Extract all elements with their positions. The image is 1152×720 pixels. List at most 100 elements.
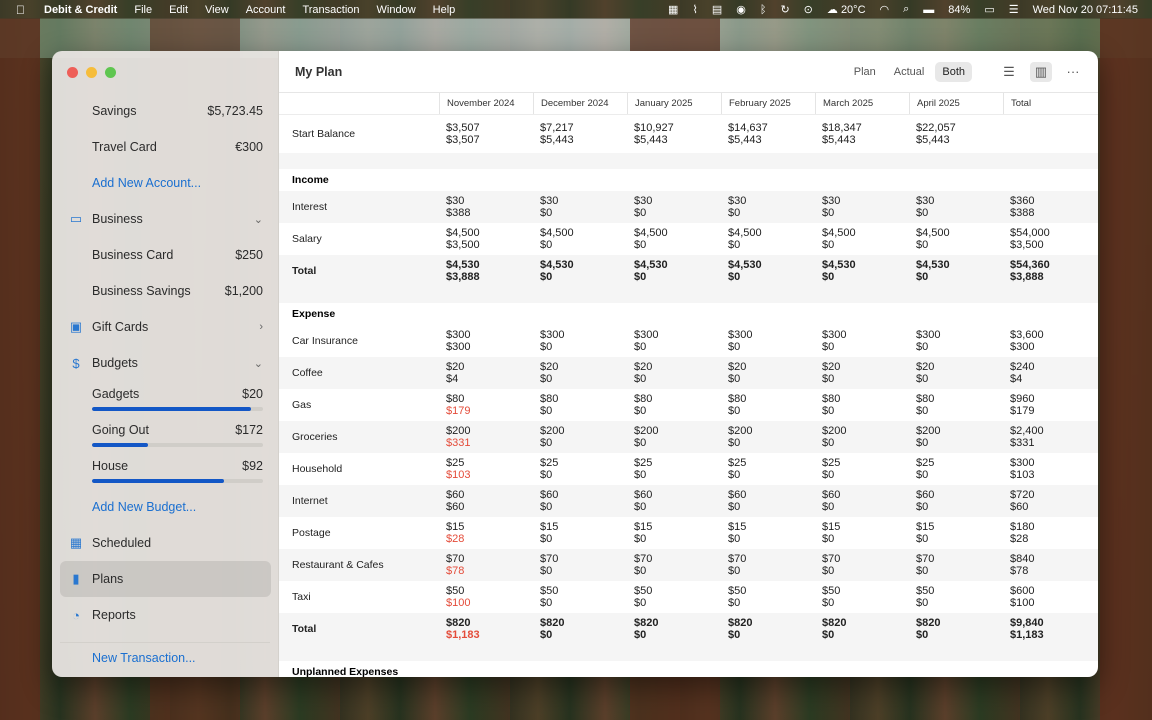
menu-file[interactable]: File bbox=[134, 4, 152, 16]
value-cell[interactable]: $300 $300 bbox=[439, 329, 533, 354]
value-cell[interactable]: $20 $0 bbox=[815, 361, 909, 386]
table-row[interactable]: Postage $15 $28 $15 $0 $15 $0 $15 $0 $15 $0 $15 $0 $1… bbox=[279, 517, 1098, 549]
value-cell[interactable]: $30 $0 bbox=[627, 195, 721, 220]
value-cell[interactable]: $7,217 $5,443 bbox=[533, 122, 627, 147]
value-cell[interactable]: $30 $0 bbox=[909, 195, 1003, 220]
time-machine-icon[interactable]: ↻ bbox=[780, 3, 789, 16]
battery-icon[interactable]: ▭ bbox=[984, 3, 994, 16]
value-cell[interactable]: $4,500 $0 bbox=[909, 227, 1003, 252]
value-cell[interactable]: $25 $103 bbox=[439, 457, 533, 482]
table-row[interactable]: Internet $60 $60 $60 $0 $60 $0 $60 $0 $60 $0 $60 $0 $… bbox=[279, 485, 1098, 517]
value-cell[interactable]: $960 $179 bbox=[1003, 393, 1093, 418]
sidebar-item-reports[interactable]: ◔ Reports bbox=[52, 597, 279, 633]
chevron-right-icon[interactable]: › bbox=[259, 321, 263, 333]
table-row[interactable]: Coffee $20 $4 $20 $0 $20 $0 $20 $0 $20 $0 $20 $0 $240… bbox=[279, 357, 1098, 389]
table-row[interactable]: Restaurant & Cafes $70 $78 $70 $0 $70 $0 $70 $0 $… bbox=[279, 549, 1098, 581]
flag-icon[interactable]: ▬ bbox=[923, 4, 934, 16]
value-cell[interactable]: $300 $103 bbox=[1003, 457, 1093, 482]
menu-window[interactable]: Window bbox=[377, 4, 416, 16]
value-cell[interactable]: $20 $0 bbox=[627, 361, 721, 386]
value-cell[interactable]: $820 $0 bbox=[909, 617, 1003, 642]
value-cell[interactable]: $20 $4 bbox=[439, 361, 533, 386]
value-cell[interactable]: $30 $0 bbox=[721, 195, 815, 220]
value-cell[interactable]: $15 $28 bbox=[439, 521, 533, 546]
value-cell[interactable]: $50 $0 bbox=[815, 585, 909, 610]
value-cell[interactable]: $4,530 $0 bbox=[721, 259, 815, 284]
value-cell[interactable]: $300 $0 bbox=[909, 329, 1003, 354]
weather-icon[interactable]: ☁ 20°C bbox=[827, 3, 866, 16]
paperclip-icon[interactable]: ⌇ bbox=[692, 3, 697, 16]
value-cell[interactable]: $720 $60 bbox=[1003, 489, 1093, 514]
chevron-down-icon[interactable]: ⌄ bbox=[254, 213, 263, 226]
control-center-icon[interactable]: ☰ bbox=[1009, 3, 1019, 16]
value-cell[interactable]: $4,530 $0 bbox=[909, 259, 1003, 284]
table-row[interactable]: Interest $30 $388 $30 $0 $30 $0 $30 $0 $30 $0 $30 $0… bbox=[279, 191, 1098, 223]
value-cell[interactable]: $30 $0 bbox=[815, 195, 909, 220]
value-cell[interactable]: $25 $0 bbox=[721, 457, 815, 482]
value-cell[interactable]: $14,637 $5,443 bbox=[721, 122, 815, 147]
value-cell[interactable]: $3,507 $3,507 bbox=[439, 122, 533, 147]
sidebar-group-budgets[interactable]: $ Budgets ⌄ bbox=[52, 345, 279, 381]
value-cell[interactable]: $50 $0 bbox=[627, 585, 721, 610]
value-cell[interactable]: $60 $0 bbox=[815, 489, 909, 514]
sidebar-item-travel-card[interactable]: Travel Card €300 bbox=[52, 129, 279, 165]
menu-app-name[interactable]: Debit & Credit bbox=[44, 4, 117, 16]
value-cell[interactable]: $4,500 $0 bbox=[815, 227, 909, 252]
minimize-button[interactable] bbox=[86, 67, 97, 78]
value-cell[interactable]: $70 $0 bbox=[815, 553, 909, 578]
value-cell[interactable]: $15 $0 bbox=[533, 521, 627, 546]
value-cell[interactable]: $300 $0 bbox=[815, 329, 909, 354]
column-header[interactable]: April 2025 bbox=[909, 93, 1003, 114]
value-cell[interactable]: $25 $0 bbox=[815, 457, 909, 482]
value-cell[interactable]: $300 $0 bbox=[721, 329, 815, 354]
value-cell[interactable]: $15 $0 bbox=[721, 521, 815, 546]
close-button[interactable] bbox=[67, 67, 78, 78]
column-header[interactable]: January 2025 bbox=[627, 93, 721, 114]
sidebar-item-plans[interactable]: ▮ Plans bbox=[60, 561, 271, 597]
sidebar-item-business-card[interactable]: Business Card $250 bbox=[52, 237, 279, 273]
value-cell[interactable]: $70 $0 bbox=[627, 553, 721, 578]
table-row[interactable]: Groceries $200 $331 $200 $0 $200 $0 $200 $0 $200 $… bbox=[279, 421, 1098, 453]
more-options-icon[interactable]: ··· bbox=[1062, 62, 1084, 82]
column-header[interactable]: February 2025 bbox=[721, 93, 815, 114]
value-cell[interactable]: $4,500 $0 bbox=[627, 227, 721, 252]
value-cell[interactable]: $300 $0 bbox=[627, 329, 721, 354]
value-cell[interactable]: $3,600 $300 bbox=[1003, 329, 1093, 354]
sidebar-group-business[interactable]: ▭ Business ⌄ bbox=[52, 201, 279, 237]
value-cell[interactable]: $180 $28 bbox=[1003, 521, 1093, 546]
value-cell[interactable]: $80 $0 bbox=[909, 393, 1003, 418]
sidebar-item-savings[interactable]: Savings $5,723.45 bbox=[52, 93, 279, 129]
value-cell[interactable]: $80 $0 bbox=[721, 393, 815, 418]
segment-actual[interactable]: Actual bbox=[887, 62, 932, 82]
value-cell[interactable]: $54,360 $3,888 bbox=[1003, 259, 1093, 284]
table-row[interactable]: Car Insurance $300 $300 $300 $0 $300 $0 $300 $0 $… bbox=[279, 325, 1098, 357]
value-cell[interactable]: $200 $0 bbox=[627, 425, 721, 450]
value-cell[interactable]: $4,530 $0 bbox=[533, 259, 627, 284]
value-cell[interactable]: $50 $100 bbox=[439, 585, 533, 610]
value-cell[interactable]: $54,000 $3,500 bbox=[1003, 227, 1093, 252]
value-cell[interactable]: $820 $0 bbox=[533, 617, 627, 642]
value-cell[interactable]: $80 $179 bbox=[439, 393, 533, 418]
segment-plan[interactable]: Plan bbox=[847, 62, 883, 82]
value-cell[interactable]: $70 $0 bbox=[721, 553, 815, 578]
value-cell[interactable]: $50 $0 bbox=[909, 585, 1003, 610]
table-row[interactable]: Taxi $50 $100 $50 $0 $50 $0 $50 $0 $50 $0 $50 $0 $600… bbox=[279, 581, 1098, 613]
value-cell[interactable]: $300 $0 bbox=[533, 329, 627, 354]
value-cell[interactable]: $200 $0 bbox=[815, 425, 909, 450]
value-cell[interactable]: $360 $388 bbox=[1003, 195, 1093, 220]
value-cell[interactable]: $60 $0 bbox=[627, 489, 721, 514]
menu-edit[interactable]: Edit bbox=[169, 4, 188, 16]
menu-view[interactable]: View bbox=[205, 4, 229, 16]
value-cell[interactable]: $60 $0 bbox=[533, 489, 627, 514]
value-cell[interactable]: $80 $0 bbox=[533, 393, 627, 418]
value-cell[interactable]: $15 $0 bbox=[815, 521, 909, 546]
column-header[interactable]: Total bbox=[1003, 93, 1093, 114]
value-cell[interactable]: $50 $0 bbox=[533, 585, 627, 610]
value-cell[interactable]: $20 $0 bbox=[909, 361, 1003, 386]
value-cell[interactable]: $9,840 $1,183 bbox=[1003, 617, 1093, 642]
value-cell[interactable]: $70 $0 bbox=[909, 553, 1003, 578]
table-row[interactable]: Household $25 $103 $25 $0 $25 $0 $25 $0 $25 $0 $25 $… bbox=[279, 453, 1098, 485]
value-cell[interactable]: $70 $0 bbox=[533, 553, 627, 578]
value-cell[interactable]: $4,530 $0 bbox=[627, 259, 721, 284]
menu-help[interactable]: Help bbox=[433, 4, 456, 16]
